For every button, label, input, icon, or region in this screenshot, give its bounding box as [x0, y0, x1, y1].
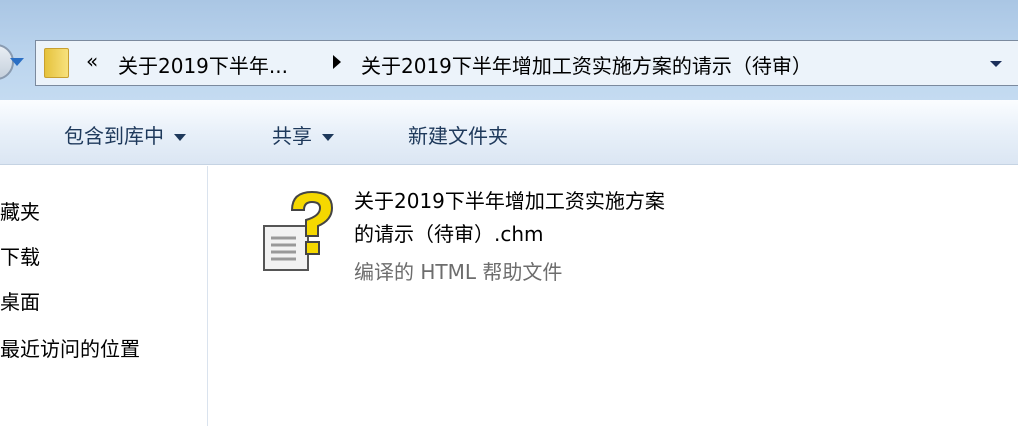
- breadcrumb-parent[interactable]: 关于2019下半年...: [118, 50, 288, 79]
- new-folder-button[interactable]: 新建文件夹: [408, 120, 508, 149]
- file-name-line2: 的请示（待审）.chm: [354, 222, 544, 246]
- navigation-pane: 藏夹 下载 桌面 最近访问的位置: [0, 166, 208, 426]
- address-bar[interactable]: « 关于2019下半年... 关于2019下半年增加工资实施方案的请示（待审）: [35, 40, 1018, 86]
- address-dropdown-icon[interactable]: [990, 61, 1002, 67]
- include-in-library-button[interactable]: 包含到库中: [64, 120, 186, 149]
- nav-item-desktop[interactable]: 桌面: [0, 286, 40, 315]
- chevron-down-icon: [174, 134, 186, 141]
- file-type: 编译的 HTML 帮助文件: [354, 260, 563, 284]
- command-bar: 包含到库中 共享 新建文件夹: [0, 100, 1018, 165]
- breadcrumb-overflow[interactable]: «: [86, 49, 98, 73]
- folder-icon: [44, 48, 69, 78]
- nav-item-recent-places[interactable]: 最近访问的位置: [0, 333, 140, 362]
- nav-item-downloads[interactable]: 下载: [0, 241, 40, 270]
- breadcrumb-arrow-icon[interactable]: [333, 55, 341, 69]
- include-in-library-label: 包含到库中: [64, 124, 164, 148]
- breadcrumb-current[interactable]: 关于2019下半年增加工资实施方案的请示（待审）: [361, 50, 812, 79]
- nav-item-favorites[interactable]: 藏夹: [0, 196, 40, 225]
- file-name-line1: 关于2019下半年增加工资实施方案: [354, 189, 665, 213]
- file-name[interactable]: 关于2019下半年增加工资实施方案 的请示（待审）.chm: [354, 185, 754, 251]
- chm-help-file-icon[interactable]: [262, 188, 338, 274]
- share-label: 共享: [272, 124, 312, 148]
- share-button[interactable]: 共享: [272, 120, 334, 149]
- chevron-down-icon: [322, 134, 334, 141]
- recent-pages-dropdown-icon[interactable]: [10, 58, 24, 66]
